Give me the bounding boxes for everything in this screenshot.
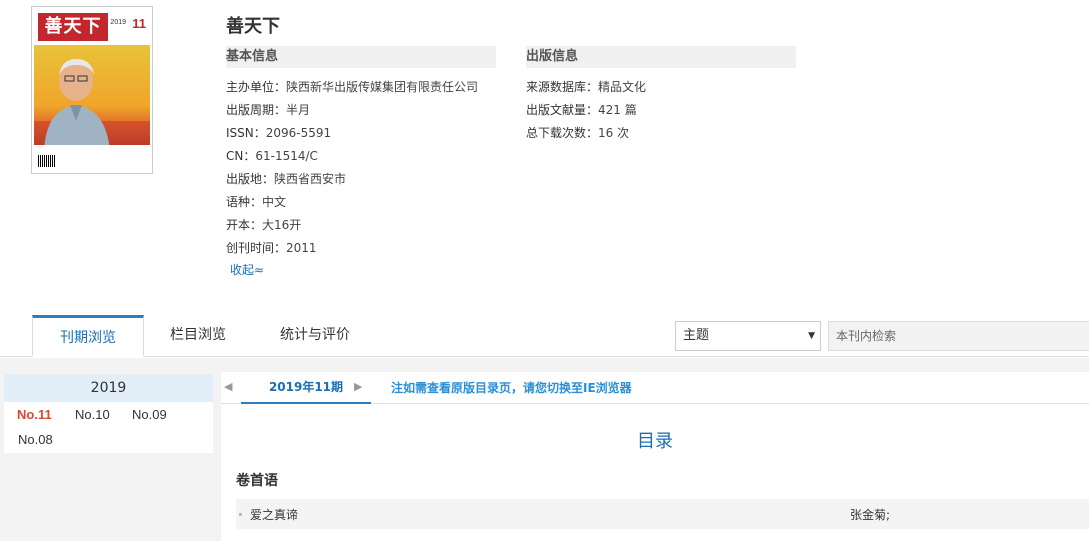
article-title-link[interactable]: 爱之真谛 xyxy=(250,506,298,523)
issue-link[interactable]: No.11 xyxy=(17,407,52,422)
info-value: 2096-5591 xyxy=(265,126,332,140)
year-list: 2019 No.11 No.10 No.09 No.08 xyxy=(4,374,213,453)
info-label: 语种： xyxy=(226,195,263,209)
journal-title: 善天下 xyxy=(226,16,280,37)
publication-info-heading: 出版信息 xyxy=(526,46,796,68)
ie-notice: 注如需查看原版目录页，请您切换至IE浏览器 xyxy=(391,381,632,395)
cover-issue-number: 11 xyxy=(132,16,146,31)
chevron-down-icon: ▼ xyxy=(808,331,815,341)
issue-subbar: ◀ 2019年11期 ▶ 注如需查看原版目录页，请您切换至IE浏览器 xyxy=(221,372,1089,404)
info-value: 中文 xyxy=(262,195,287,209)
bullet-icon xyxy=(239,513,242,516)
info-row: 总下载次数：16 次 xyxy=(526,124,629,141)
info-row: 出版周期：半月 xyxy=(226,101,310,118)
info-label: 开本： xyxy=(226,218,263,232)
search-field-select[interactable]: 主题 ▼ xyxy=(675,321,821,351)
search-field-value: 主题 xyxy=(683,328,710,343)
tab-issue-browse[interactable]: 刊期浏览 xyxy=(32,315,144,357)
info-value: 半月 xyxy=(286,103,311,117)
tab-statistics[interactable]: 统计与评价 xyxy=(264,315,366,357)
cover-year: 2019 xyxy=(110,19,126,26)
table-of-contents-panel: ◀ 2019年11期 ▶ 注如需查看原版目录页，请您切换至IE浏览器 目录 卷首… xyxy=(221,372,1089,541)
issue-link[interactable]: No.10 xyxy=(75,407,110,422)
info-label: 主办单位： xyxy=(226,80,287,94)
info-row: 来源数据库：精品文化 xyxy=(526,78,646,95)
info-value: 421 篇 xyxy=(598,103,637,117)
info-row: 创刊时间：2011 xyxy=(226,239,317,256)
toc-title: 目录 xyxy=(637,431,673,452)
info-row: 主办单位：陕西新华出版传媒集团有限责任公司 xyxy=(226,78,478,95)
tab-column-browse[interactable]: 栏目浏览 xyxy=(152,315,244,357)
search-input[interactable] xyxy=(828,321,1089,351)
cover-logo: 善天下 xyxy=(38,13,108,41)
info-label: 出版文献量： xyxy=(526,103,599,117)
info-value: 陕西省西安市 xyxy=(274,172,347,186)
info-label: 创刊时间： xyxy=(226,241,287,255)
info-label: ISSN： xyxy=(226,126,266,140)
current-issue-label: 2019年11期 xyxy=(241,372,371,404)
year-heading[interactable]: 2019 xyxy=(4,374,213,402)
info-value: 2011 xyxy=(286,241,317,255)
issue-link[interactable]: No.08 xyxy=(18,432,53,447)
info-row: 出版地：陕西省西安市 xyxy=(226,170,346,187)
info-row: 开本：大16开 xyxy=(226,216,301,233)
journal-cover-image: 善天下 2019 11 xyxy=(31,6,153,174)
info-label: 出版地： xyxy=(226,172,275,186)
info-value: 陕西新华出版传媒集团有限责任公司 xyxy=(286,80,479,94)
info-value: 61-1514/C xyxy=(255,149,318,163)
info-row: 语种：中文 xyxy=(226,193,286,210)
collapse-link[interactable]: 收起≈ xyxy=(230,261,264,278)
info-value: 16 次 xyxy=(598,126,630,140)
cover-portrait xyxy=(44,59,110,151)
info-label: 出版周期： xyxy=(226,103,287,117)
prev-arrow-icon[interactable]: ◀ xyxy=(224,380,232,393)
info-value: 精品文化 xyxy=(598,80,647,94)
article-row: 爱之真谛 张金菊; xyxy=(236,499,1089,529)
info-row: ISSN：2096-5591 xyxy=(226,124,331,141)
info-label: 来源数据库： xyxy=(526,80,599,94)
issue-link[interactable]: No.09 xyxy=(132,407,167,422)
article-author: 张金菊; xyxy=(850,508,891,522)
basic-info-heading: 基本信息 xyxy=(226,46,496,68)
section-heading: 卷首语 xyxy=(236,473,278,489)
next-arrow-icon[interactable]: ▶ xyxy=(354,380,362,393)
info-label: 总下载次数： xyxy=(526,126,599,140)
info-value: 大16开 xyxy=(262,218,302,232)
info-row: CN：61-1514/C xyxy=(226,147,318,164)
info-row: 出版文献量：421 篇 xyxy=(526,101,637,118)
info-label: CN： xyxy=(226,149,256,163)
